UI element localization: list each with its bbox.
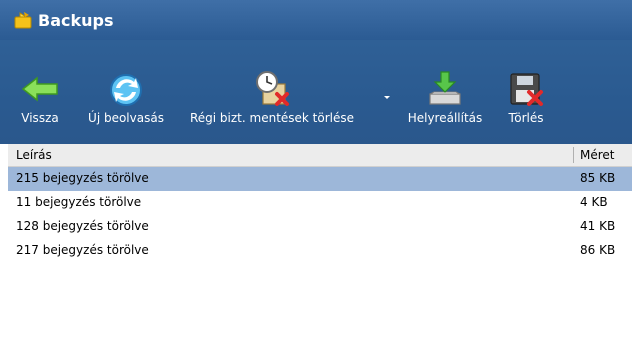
delete-label: Törlés: [508, 111, 544, 125]
restore-icon: [429, 71, 461, 105]
list-row[interactable]: 215 bejegyzés törölve 85 KB: [8, 167, 632, 191]
row-description: 11 bejegyzés törölve: [16, 195, 142, 209]
delete-button[interactable]: Törlés: [496, 40, 556, 144]
column-size[interactable]: Méret: [580, 148, 615, 162]
delete-old-backups-button[interactable]: Régi bizt. mentések törlése: [174, 40, 370, 144]
delete-old-label: Régi bizt. mentések törlése: [189, 111, 355, 125]
backup-folder-icon: [14, 12, 32, 29]
list-header: Leírás Méret: [8, 144, 632, 167]
row-size: 86 KB: [580, 243, 616, 257]
back-label: Vissza: [21, 111, 59, 125]
back-arrow-icon: [21, 76, 58, 102]
row-description: 128 bejegyzés törölve: [16, 219, 149, 233]
clock-delete-icon: [256, 71, 289, 106]
row-size: 85 KB: [580, 171, 616, 185]
list-row[interactable]: 128 bejegyzés törölve 41 KB: [8, 215, 632, 239]
row-description: 217 bejegyzés törölve: [16, 243, 149, 257]
list-row[interactable]: 217 bejegyzés törölve 86 KB: [8, 239, 632, 263]
dropdown-arrow-icon[interactable]: [382, 90, 392, 100]
row-size: 4 KB: [580, 195, 608, 209]
row-size: 41 KB: [580, 219, 616, 233]
toolbar: Vissza Új beolvasás Régi bizt. mentések …: [0, 40, 632, 144]
back-button[interactable]: Vissza: [10, 40, 70, 144]
backups-list[interactable]: Leírás Méret 215 bejegyzés törölve 85 KB…: [8, 144, 632, 354]
row-description: 215 bejegyzés törölve: [16, 171, 149, 185]
window-title: Backups: [38, 10, 114, 30]
column-separator[interactable]: [573, 147, 574, 163]
list-row[interactable]: 11 bejegyzés törölve 4 KB: [8, 191, 632, 215]
backups-window: Backups Vissza Új beolvasás Régi bizt. m…: [0, 0, 632, 354]
refresh-icon: [110, 74, 142, 106]
rescan-button[interactable]: Új beolvasás: [80, 40, 172, 144]
restore-button[interactable]: Helyreállítás: [402, 40, 488, 144]
restore-label: Helyreállítás: [407, 111, 483, 125]
column-description[interactable]: Leírás: [16, 148, 52, 162]
disk-delete-icon: [510, 73, 543, 106]
title-bar: Backups: [0, 0, 632, 40]
rescan-label: Új beolvasás: [88, 111, 164, 125]
